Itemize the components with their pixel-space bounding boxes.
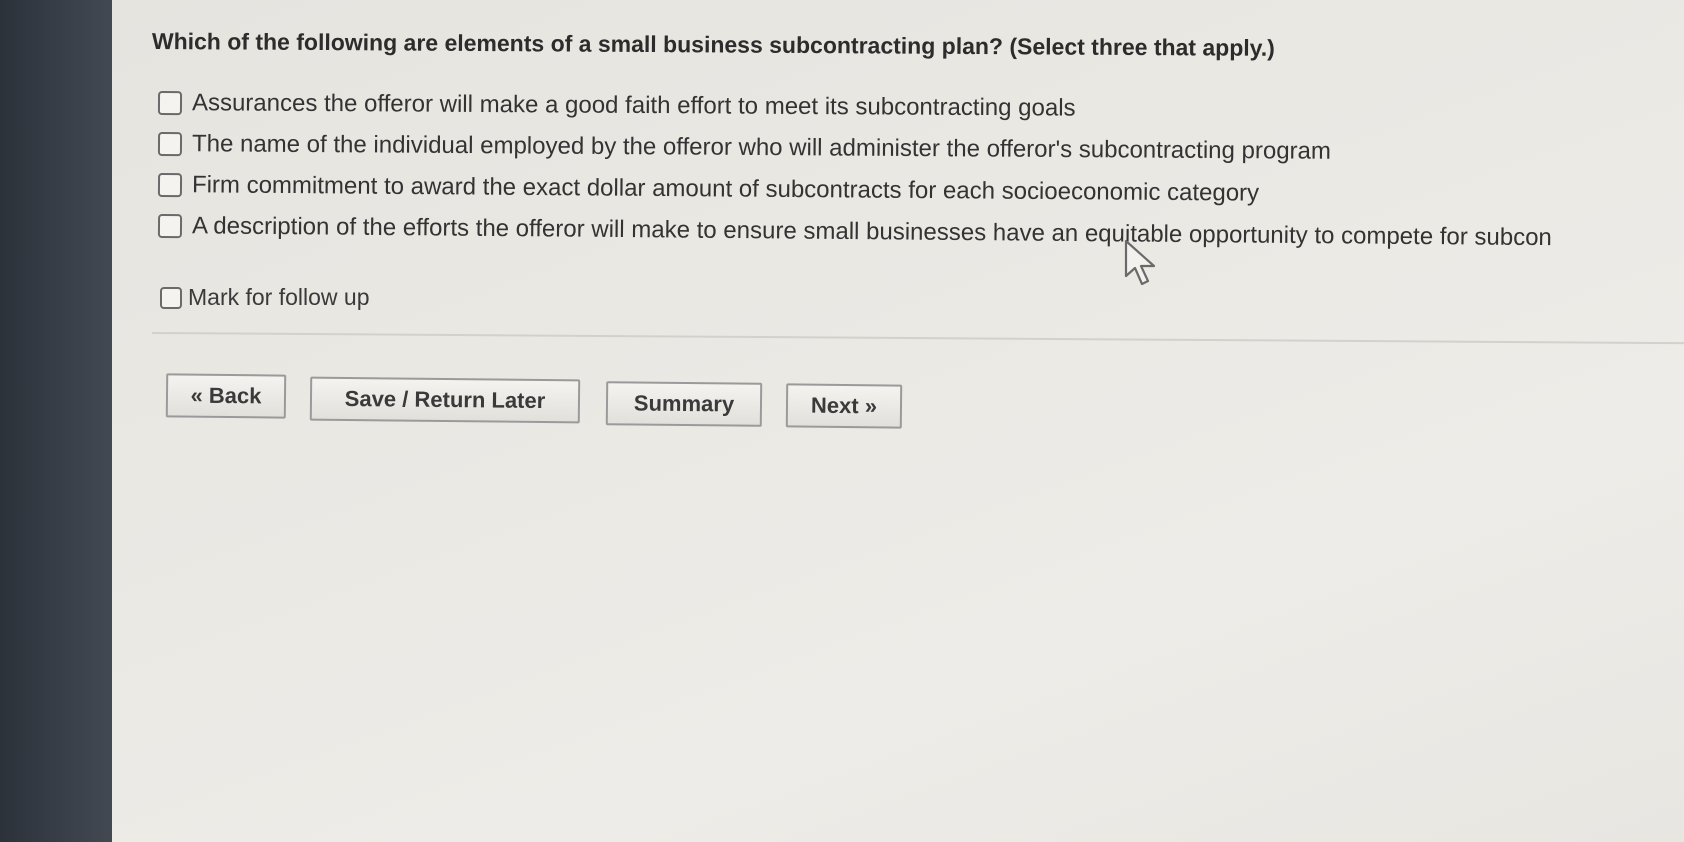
answer-option-2[interactable]: The name of the individual employed by t… <box>157 125 1684 173</box>
question-text: Which of the following are elements of a… <box>151 28 1275 61</box>
mark-follow-up-label: Mark for follow up <box>188 284 370 310</box>
option-label-1: Assurances the offeror will make a good … <box>191 89 1076 122</box>
checkbox-option-4[interactable] <box>157 214 183 239</box>
checkbox-option-3[interactable] <box>157 173 183 198</box>
divider <box>151 332 1684 345</box>
checkbox-option-1[interactable] <box>157 91 183 116</box>
answer-option-4[interactable]: A description of the efforts the offeror… <box>157 207 1684 258</box>
answer-option-1[interactable]: Assurances the offeror will make a good … <box>157 84 1684 131</box>
checkbox-option-2[interactable] <box>157 132 183 157</box>
option-label-4: A description of the efforts the offeror… <box>191 212 1552 252</box>
mouse-pointer-icon <box>1124 239 1156 286</box>
quiz-screen: Which of the following are elements of a… <box>112 0 1684 842</box>
answer-options: Assurances the offeror will make a good … <box>157 84 1684 251</box>
save-return-later-button[interactable]: Save / Return Later <box>309 376 581 424</box>
monitor-bezel <box>0 0 122 842</box>
option-label-3: Firm commitment to award the exact dolla… <box>191 171 1260 207</box>
option-label-2: The name of the individual employed by t… <box>191 130 1332 165</box>
checkbox-mark-follow-up[interactable] <box>160 286 182 309</box>
mark-for-follow-up[interactable]: Mark for follow up <box>160 284 370 311</box>
next-button[interactable]: Next » <box>785 383 903 429</box>
back-button[interactable]: « Back <box>165 373 287 419</box>
summary-button[interactable]: Summary <box>605 381 763 427</box>
